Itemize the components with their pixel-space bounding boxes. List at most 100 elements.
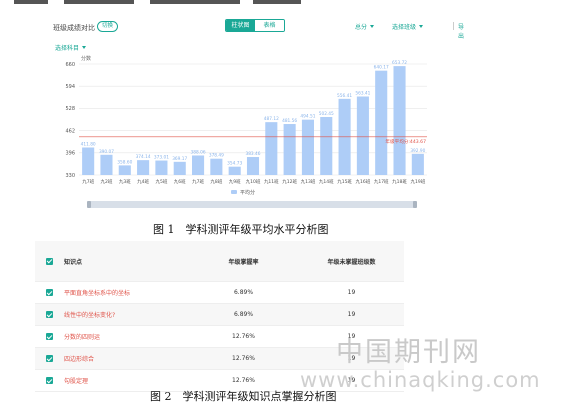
data-label: 556.41 — [337, 93, 352, 99]
checkbox-icon[interactable] — [46, 289, 53, 296]
view-toggle: 柱状图 表格 — [225, 19, 285, 32]
row-checkbox-cell[interactable] — [46, 281, 64, 304]
y-tick-label: 528 — [65, 106, 75, 112]
top-strip — [0, 0, 561, 4]
strip-seg — [150, 0, 240, 4]
data-label: 392.90 — [410, 148, 425, 154]
bar — [155, 160, 168, 175]
strip-seg — [253, 0, 301, 4]
class-select-label: 选择班级 — [392, 24, 417, 31]
switch-badge[interactable]: 切换 — [97, 21, 119, 32]
score-type-dropdown[interactable]: 总分 — [355, 22, 375, 31]
data-label: 354.73 — [227, 161, 242, 167]
bar — [100, 154, 113, 175]
x-tick-label: 九4班 — [137, 178, 149, 185]
data-label: 640.17 — [374, 65, 389, 71]
checkbox-icon[interactable] — [46, 333, 53, 340]
data-label: 653.72 — [392, 60, 407, 66]
strip-seg — [14, 0, 48, 4]
average-score-bar-chart: 分数 330 396 462 528 594 660 411.80 九7班 390.07 九2班 35… — [65, 55, 427, 208]
data-label: 494.51 — [300, 114, 315, 120]
bar — [265, 122, 278, 175]
legend-label: 平均分 — [240, 189, 255, 196]
x-tick-label: 九16班 — [356, 178, 371, 185]
bar — [283, 124, 296, 175]
bar — [301, 119, 314, 175]
mastery-rate: 6.89% — [188, 303, 299, 326]
row-checkbox-cell[interactable] — [46, 369, 64, 392]
bar — [210, 158, 223, 175]
row-checkbox-cell[interactable] — [46, 347, 64, 370]
scrollbar-handle-left[interactable] — [87, 201, 91, 208]
x-tick-label: 九5班 — [155, 178, 167, 185]
score-type-label: 总分 — [355, 24, 368, 31]
x-tick-label: 九12班 — [282, 178, 297, 185]
legend-swatch — [231, 190, 237, 194]
x-tick-label: 九14班 — [319, 178, 334, 185]
bar — [411, 153, 424, 175]
data-label: 487.12 — [264, 116, 279, 122]
row-spacer — [35, 303, 46, 326]
x-tick-label: 九8班 — [210, 178, 222, 185]
y-tick-label: 330 — [65, 173, 75, 179]
row-checkbox-cell[interactable] — [46, 303, 64, 326]
checkbox-icon[interactable] — [46, 257, 53, 265]
chart-scrollbar[interactable] — [87, 201, 417, 208]
reference-line-label: 年级平均分:443.67 — [385, 138, 426, 145]
data-label: 411.80 — [81, 141, 96, 147]
class-select-dropdown[interactable]: 选择班级 — [392, 22, 424, 31]
bar — [356, 96, 369, 175]
bar — [320, 116, 333, 175]
header-checkbox-cell — [35, 241, 46, 282]
y-tick-label: 462 — [65, 128, 75, 134]
x-tick-label: 九15班 — [337, 178, 352, 185]
x-tick-label: 九13班 — [301, 178, 316, 185]
bar — [118, 165, 131, 175]
chevron-down-icon — [419, 25, 424, 28]
checkbox-icon[interactable] — [46, 311, 53, 318]
data-label: 563.41 — [355, 90, 370, 96]
mastery-rate: 12.76% — [188, 347, 299, 370]
checkbox-icon[interactable] — [46, 355, 53, 362]
scrollbar-handle-right[interactable] — [413, 201, 417, 208]
bar — [393, 66, 406, 175]
data-label: 374.14 — [136, 154, 151, 160]
table-view-button[interactable]: 表格 — [255, 20, 284, 31]
row-spacer — [35, 281, 46, 304]
data-label: 388.06 — [191, 149, 206, 155]
export-button[interactable]: 导出 — [458, 22, 464, 40]
x-tick-label: 九19班 — [410, 178, 425, 185]
row-checkbox-cell[interactable] — [46, 325, 64, 348]
chevron-down-icon — [370, 25, 375, 28]
knowledge-point-link[interactable]: 平面直角坐标系中的坐标 — [64, 281, 188, 304]
checkbox-icon[interactable] — [46, 377, 53, 384]
bar — [375, 70, 388, 175]
data-label: 378.49 — [209, 153, 224, 159]
mastery-rate: 6.89% — [188, 281, 299, 304]
table-row: 线性中的坐标变化? 6.89% 19 — [35, 303, 404, 326]
table-header-row: 知识点 年级掌握率 年级未掌握班级数 — [35, 241, 404, 282]
figure-1-caption: 图 1 学科测评年级平均水平分析图 — [153, 223, 329, 236]
x-tick-label: 九10班 — [246, 178, 261, 185]
knowledge-point-link[interactable]: 分数的四则运 — [64, 325, 188, 348]
bar — [228, 166, 241, 175]
header-checkbox-col[interactable] — [46, 241, 64, 282]
bar-view-button[interactable]: 柱状图 — [226, 20, 255, 31]
data-label: 502.45 — [319, 111, 334, 117]
x-tick-label: 九9班 — [229, 178, 241, 185]
y-tick-label: 660 — [65, 62, 75, 68]
data-label: 390.07 — [99, 149, 114, 155]
knowledge-point-link[interactable]: 四边形综合 — [64, 347, 188, 370]
x-tick-label: 九7班 — [192, 178, 204, 185]
x-tick-label: 九3班 — [119, 178, 131, 185]
bar — [82, 147, 95, 175]
chevron-down-icon — [82, 46, 87, 49]
y-tick-label: 396 — [65, 151, 75, 157]
x-tick-label: 九18班 — [392, 178, 407, 185]
table-row: 平面直角坐标系中的坐标 6.89% 19 — [35, 281, 404, 304]
bar — [192, 155, 205, 175]
strip-seg — [64, 0, 134, 4]
data-label: 481.56 — [282, 118, 297, 124]
watermark-cn: 中国期刊网 — [336, 337, 481, 368]
knowledge-point-link[interactable]: 线性中的坐标变化? — [64, 303, 188, 326]
